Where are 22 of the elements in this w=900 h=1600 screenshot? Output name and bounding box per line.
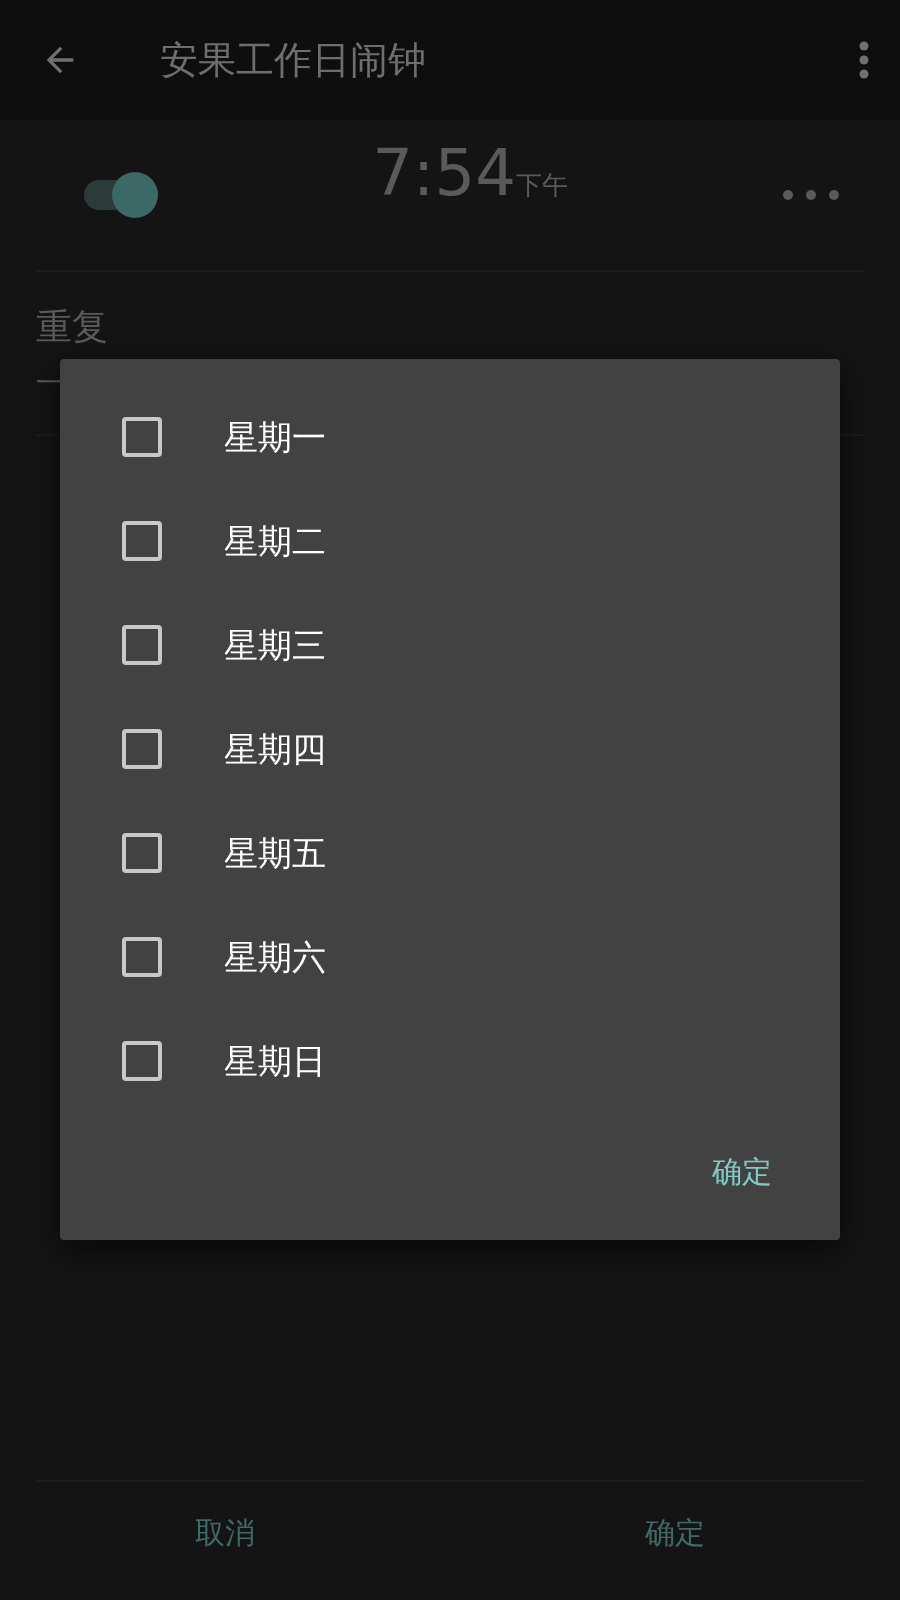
checkbox[interactable]: [122, 833, 162, 873]
alarm-toggle[interactable]: [84, 172, 158, 218]
checkbox[interactable]: [122, 417, 162, 457]
day-option[interactable]: 星期三: [60, 593, 840, 697]
time-period: 下午: [515, 170, 568, 202]
day-option[interactable]: 星期四: [60, 697, 840, 801]
checkbox[interactable]: [122, 729, 162, 769]
checkbox[interactable]: [122, 1041, 162, 1081]
checkbox[interactable]: [122, 937, 162, 977]
checkbox[interactable]: [122, 521, 162, 561]
day-option[interactable]: 星期五: [60, 801, 840, 905]
checkbox[interactable]: [122, 625, 162, 665]
app-title: 安果工作日闹钟: [160, 36, 427, 84]
day-option[interactable]: 星期二: [60, 489, 840, 593]
setting-label: 重复: [35, 305, 109, 349]
more-menu-icon[interactable]: [858, 40, 870, 80]
more-options-icon[interactable]: [782, 189, 840, 201]
day-option[interactable]: 星期六: [60, 905, 840, 1009]
day-option[interactable]: 星期日: [60, 1009, 840, 1113]
alarm-time: 7:54: [372, 141, 516, 205]
day-option[interactable]: 星期一: [60, 385, 840, 489]
dialog-confirm-button[interactable]: 确定: [704, 1148, 780, 1195]
